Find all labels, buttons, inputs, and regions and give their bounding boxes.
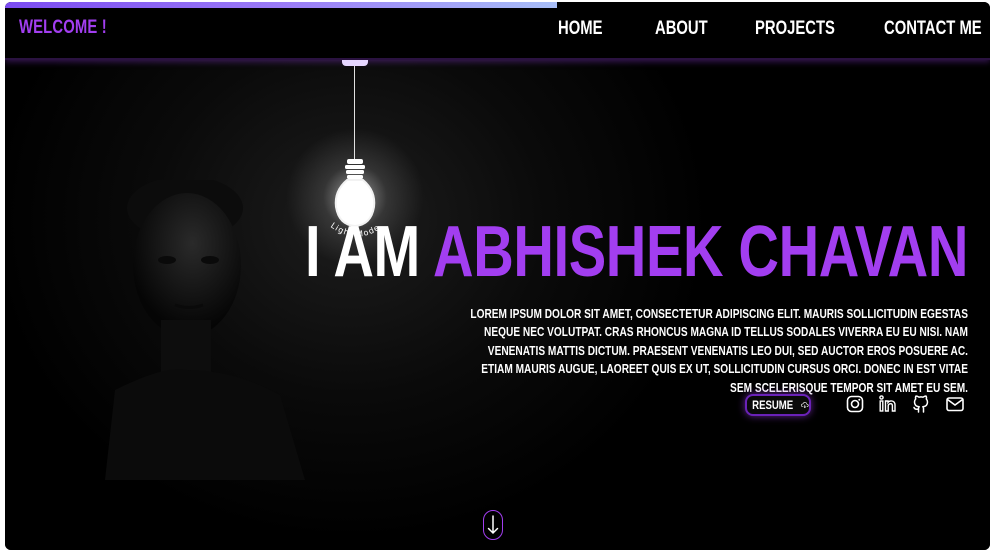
portrait-image [105,180,305,480]
nav-projects-link[interactable]: PROJECTS [755,18,835,40]
navbar: WELCOME ! HOME ABOUT PROJECTS CONTACT ME [5,2,990,60]
resume-button[interactable]: RESUME [745,394,811,416]
nav-contact-link[interactable]: CONTACT ME [884,18,982,40]
arrow-down-icon [487,515,499,535]
instagram-icon[interactable] [845,394,865,414]
github-icon[interactable] [911,394,931,414]
hero-bio: Lorem ipsum dolor sit amet, consectetur … [457,305,968,397]
hero-title: I AM ABHISHEK CHAVAN [305,212,968,292]
nav-about-link[interactable]: ABOUT [655,18,708,40]
brand-welcome: WELCOME ! [19,17,107,38]
hero-bio-text: Lorem ipsum dolor sit amet, consectetur … [470,306,968,395]
nav-home-link[interactable]: HOME [558,18,602,40]
scroll-down-button[interactable] [483,510,503,540]
resume-label: RESUME [752,398,794,412]
hero-title-prefix: I AM [305,212,434,292]
linkedin-icon[interactable] [878,394,898,414]
lamp-cap [342,60,368,66]
cloud-download-icon [801,402,809,409]
mail-icon[interactable] [945,394,965,414]
hero-title-name: ABHISHEK CHAVAN [433,212,968,292]
page-frame: WELCOME ! HOME ABOUT PROJECTS CONTACT ME… [5,2,990,550]
scroll-progress-bar [5,2,557,8]
